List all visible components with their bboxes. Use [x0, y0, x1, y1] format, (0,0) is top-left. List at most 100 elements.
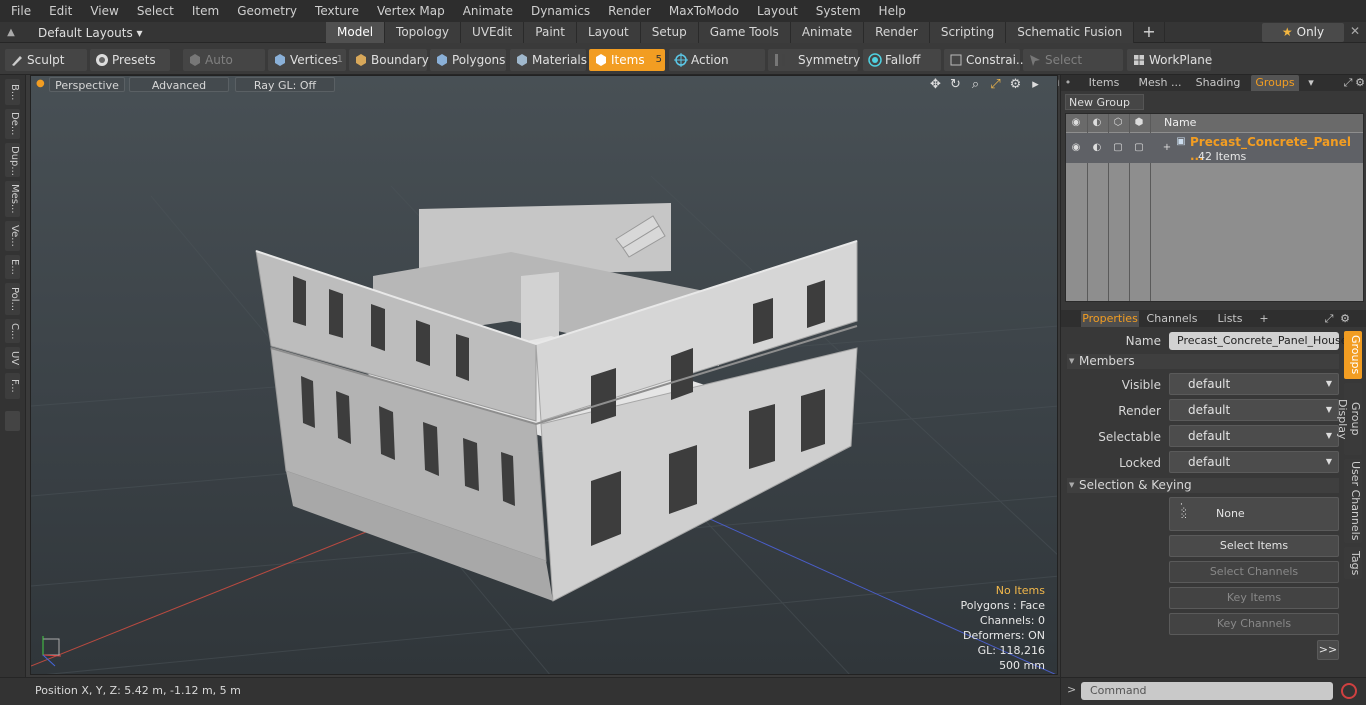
- strip-tab-polygon[interactable]: Pol...: [5, 283, 20, 315]
- sculpt-button[interactable]: Sculpt: [5, 49, 87, 71]
- auto-select-button[interactable]: Auto Select: [183, 49, 265, 89]
- none-selector[interactable]: · ⁘ ⁙ None: [1169, 497, 1339, 531]
- tab-groups[interactable]: Groups: [1251, 75, 1299, 91]
- new-group-button[interactable]: New Group: [1065, 94, 1144, 110]
- side-tab-groups[interactable]: Groups: [1344, 331, 1362, 379]
- row-eye-icon[interactable]: ◉: [1069, 141, 1083, 155]
- select-through-button[interactable]: Select Through: [1023, 49, 1123, 89]
- rotate-view-icon[interactable]: ↻: [948, 77, 963, 93]
- tab-lists[interactable]: Lists: [1211, 311, 1249, 327]
- presets-button[interactable]: Presets: [90, 49, 170, 71]
- action-center-button[interactable]: Action Center: [669, 49, 765, 89]
- zoom-view-icon[interactable]: ⌕: [968, 77, 983, 93]
- strip-tab-duplicate[interactable]: Dup...: [5, 143, 20, 177]
- menu-vertex-map[interactable]: Vertex Map: [368, 4, 454, 18]
- polygons-button[interactable]: Polygons: [430, 49, 506, 71]
- strip-tab-fusion[interactable]: F...: [5, 373, 20, 399]
- layout-collapse-icon[interactable]: ▲: [0, 27, 22, 38]
- shading-dropdown[interactable]: Advanced: [129, 77, 229, 92]
- menu-geometry[interactable]: Geometry: [228, 4, 306, 18]
- 3d-viewport[interactable]: ● Perspective Advanced Ray GL: Off ✥ ↻ ⌕…: [30, 75, 1058, 675]
- command-input[interactable]: Command: [1081, 682, 1333, 700]
- select-cube-icon[interactable]: ⬡: [1111, 116, 1125, 130]
- viewport-settings-icon[interactable]: ⚙: [1008, 77, 1023, 93]
- panel-settings-icon[interactable]: ⚙: [1355, 75, 1365, 91]
- only-toggle[interactable]: ★ Only: [1262, 23, 1344, 42]
- workplane-button[interactable]: WorkPlane: [1127, 49, 1212, 71]
- symmetry-button[interactable]: Symmetry: [768, 49, 860, 71]
- layout-selector[interactable]: Default Layouts ▾: [22, 26, 143, 40]
- expand-plus-icon[interactable]: +: [1160, 141, 1174, 155]
- panel-dot-icon[interactable]: •: [1063, 75, 1073, 91]
- more-button[interactable]: >>: [1317, 640, 1339, 660]
- menu-dynamics[interactable]: Dynamics: [522, 4, 599, 18]
- tab-model[interactable]: Model: [326, 22, 386, 43]
- props-settings-icon[interactable]: ⚙: [1339, 311, 1351, 327]
- group-name-field[interactable]: Precast_Concrete_Panel_House: [1169, 332, 1348, 350]
- selectable-dropdown[interactable]: default: [1169, 425, 1339, 447]
- menu-system[interactable]: System: [807, 4, 870, 18]
- visibility-eye-icon[interactable]: ◉: [1069, 116, 1083, 130]
- add-tab-icon[interactable]: +: [1134, 22, 1165, 43]
- members-section[interactable]: Members: [1067, 354, 1339, 369]
- menu-maxtomodo[interactable]: MaxToModo: [660, 4, 748, 18]
- side-tab-group-display[interactable]: Group Display: [1336, 383, 1362, 455]
- boundary-button[interactable]: Boundary: [349, 49, 429, 71]
- row-render-icon[interactable]: ◐: [1090, 141, 1104, 155]
- select-items-button[interactable]: Select Items: [1169, 535, 1339, 557]
- close-icon[interactable]: ✕: [1350, 24, 1360, 38]
- strip-tab-edge[interactable]: E...: [5, 255, 20, 279]
- tab-animate[interactable]: Animate: [790, 22, 865, 43]
- key-channels-button[interactable]: Key Channels: [1169, 613, 1339, 635]
- menu-item[interactable]: Item: [183, 4, 228, 18]
- tab-properties[interactable]: Properties: [1081, 311, 1139, 327]
- tab-topology[interactable]: Topology: [385, 22, 462, 43]
- tab-mesh[interactable]: Mesh ...: [1137, 75, 1183, 91]
- side-tab-tags[interactable]: Tags: [1344, 547, 1362, 579]
- tab-render[interactable]: Render: [864, 22, 930, 43]
- tab-schematic-fusion[interactable]: Schematic Fusion: [1006, 22, 1135, 43]
- menu-texture[interactable]: Texture: [306, 4, 368, 18]
- perspective-dropdown[interactable]: Perspective: [49, 77, 125, 92]
- strip-tab-uv[interactable]: UV: [5, 347, 20, 369]
- select-channels-button[interactable]: Select Channels: [1169, 561, 1339, 583]
- fit-view-icon[interactable]: ⤢: [988, 77, 1003, 93]
- move-view-icon[interactable]: ✥: [928, 77, 943, 93]
- tab-paint[interactable]: Paint: [524, 22, 577, 43]
- render-icon[interactable]: ◐: [1090, 116, 1104, 130]
- row-lock-checkbox[interactable]: ▢: [1132, 141, 1146, 155]
- tab-shading[interactable]: Shading: [1195, 75, 1241, 91]
- menu-layout[interactable]: Layout: [748, 4, 807, 18]
- visible-dropdown[interactable]: default: [1169, 373, 1339, 395]
- strip-toggle[interactable]: [5, 411, 20, 431]
- menu-select[interactable]: Select: [128, 4, 183, 18]
- render-dropdown[interactable]: default: [1169, 399, 1339, 421]
- props-expand-icon[interactable]: ⤢: [1323, 311, 1335, 327]
- tab-items[interactable]: Items: [1087, 75, 1121, 91]
- raygl-dropdown[interactable]: Ray GL: Off: [235, 77, 335, 92]
- tab-layout[interactable]: Layout: [576, 22, 641, 43]
- falloff-button[interactable]: Falloff: [863, 49, 941, 71]
- strip-tab-basic[interactable]: B...: [5, 79, 20, 105]
- row-select-checkbox[interactable]: ▢: [1111, 141, 1125, 155]
- viewport-dot-icon[interactable]: ●: [36, 78, 45, 89]
- tab-setup[interactable]: Setup: [640, 22, 699, 43]
- strip-tab-deform[interactable]: De...: [5, 109, 20, 139]
- locked-dropdown[interactable]: default: [1169, 451, 1339, 473]
- constraints-button[interactable]: Constrai...: [944, 49, 1027, 71]
- tab-game-tools[interactable]: Game Tools: [698, 22, 791, 43]
- menu-render[interactable]: Render: [599, 4, 660, 18]
- key-items-button[interactable]: Key Items: [1169, 587, 1339, 609]
- menu-animate[interactable]: Animate: [454, 4, 522, 18]
- record-icon[interactable]: [1341, 683, 1357, 699]
- strip-tab-curve[interactable]: C...: [5, 319, 20, 343]
- side-tab-user-channels[interactable]: User Channels: [1344, 459, 1362, 543]
- strip-tab-vertex[interactable]: Ve...: [5, 221, 20, 251]
- tab-scripting[interactable]: Scripting: [929, 22, 1007, 43]
- tab-uvedit[interactable]: UVEdit: [461, 22, 525, 43]
- tab-channels[interactable]: Channels: [1145, 311, 1199, 327]
- strip-tab-mesh-edit[interactable]: Mes...: [5, 181, 20, 217]
- tabs-dropdown-icon[interactable]: ▾: [1305, 75, 1317, 91]
- menu-help[interactable]: Help: [870, 4, 915, 18]
- group-row[interactable]: ◉ ◐ ▢ ▢ + ▣ Precast_Concrete_Panel ... 4…: [1066, 133, 1363, 163]
